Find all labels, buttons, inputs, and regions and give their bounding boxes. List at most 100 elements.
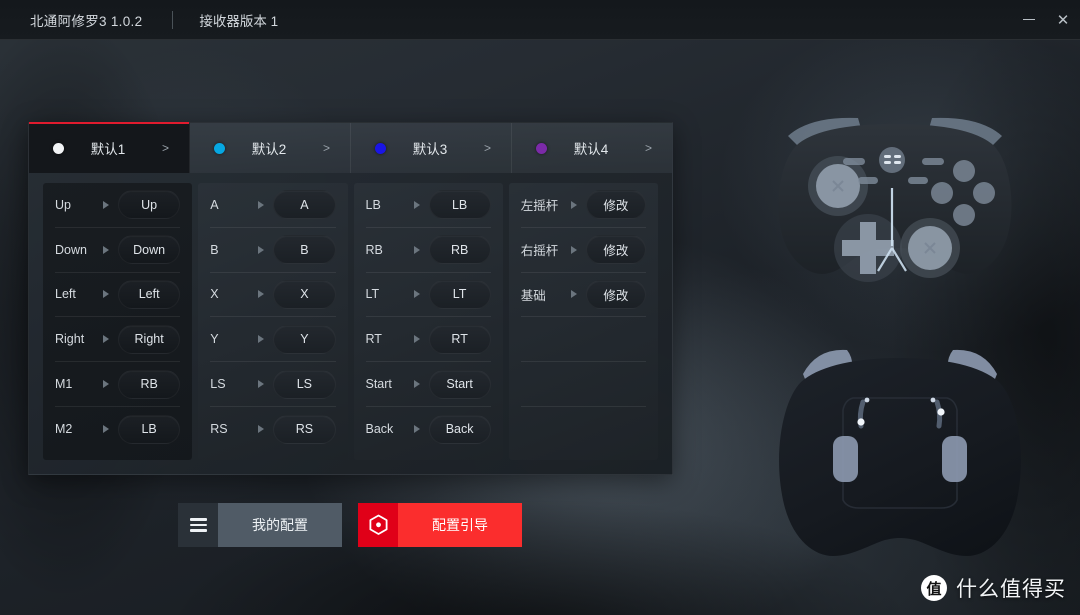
mapping-column-shoulder-and-system: LB LB RB RB LT LT RT RT Start Start Back… xyxy=(353,183,503,460)
chevron-right-icon: > xyxy=(161,141,169,155)
mapping-target-button[interactable]: RT xyxy=(428,324,491,354)
mapping-row: 左摇杆 修改 xyxy=(520,183,646,228)
mapping-target-button[interactable]: Right xyxy=(118,324,181,354)
close-button[interactable]: ✕ xyxy=(1046,0,1080,40)
mapping-row: LT LT xyxy=(365,273,491,318)
app-window: 北通阿修罗3 1.0.2 接收器版本 1 ✕ 默认1 > 默认2 > 默认3 >… xyxy=(0,0,1080,615)
tab-label: 默认3 xyxy=(412,142,448,157)
arrow-right-icon xyxy=(413,335,420,344)
hamburger-glyph xyxy=(189,515,207,535)
mapping-source-label: RB xyxy=(365,242,383,257)
tab-label: 默认4 xyxy=(573,142,609,157)
mapping-source-label: B xyxy=(210,242,219,257)
mapping-row: B B xyxy=(210,228,336,273)
mapping-row-empty xyxy=(521,407,646,452)
mapping-row: LS LS xyxy=(210,362,336,407)
mapping-source-label: RT xyxy=(365,332,382,347)
arrow-right-icon xyxy=(413,290,420,299)
arrow-right-icon xyxy=(103,290,109,299)
watermark-text: 什么值得买 xyxy=(956,578,1066,601)
chevron-right-icon: > xyxy=(483,141,491,155)
receiver-version-label: 接收器版本 1 xyxy=(199,13,279,29)
tab-profile-3[interactable]: 默认3 > xyxy=(351,123,512,173)
mapping-row: 右摇杆 修改 xyxy=(520,228,646,273)
arrow-right-icon xyxy=(103,425,109,434)
arrow-right-icon xyxy=(103,380,109,389)
mapping-row: RS RS xyxy=(210,407,336,452)
mapping-row: Up Up xyxy=(55,183,181,228)
mapping-source-label: M2 xyxy=(55,422,73,437)
mapping-target-button[interactable]: Down xyxy=(118,235,181,265)
mapping-source-label: LB xyxy=(365,197,381,212)
arrow-right-icon xyxy=(413,380,420,389)
mapping-source-label: LT xyxy=(365,287,380,302)
config-panel: 默认1 > 默认2 > 默认3 > 默认4 > Up Up Down Down … xyxy=(28,122,673,475)
mapping-target-button[interactable]: LB xyxy=(118,414,181,444)
arrow-right-icon xyxy=(103,245,109,254)
tab-label: 默认1 xyxy=(90,142,126,157)
mapping-row: Right Right xyxy=(55,317,181,363)
mapping-row: Back Back xyxy=(366,407,491,452)
arrow-right-icon xyxy=(258,290,265,299)
mapping-source-label: 右摇杆 xyxy=(520,244,559,259)
mapping-row: Y Y xyxy=(210,317,336,363)
hexagon-gear-icon xyxy=(358,503,398,547)
mapping-row: Left Left xyxy=(55,273,181,318)
mapping-target-button[interactable]: Left xyxy=(118,279,181,309)
edit-right-stick-button[interactable]: 修改 xyxy=(585,235,646,265)
mapping-target-button[interactable]: RB xyxy=(428,235,491,265)
minimize-icon xyxy=(1023,18,1035,21)
arrow-right-icon xyxy=(258,425,265,434)
controller-back-view xyxy=(755,340,1045,580)
mapping-source-label: X xyxy=(210,287,219,302)
my-config-button[interactable]: 我的配置 xyxy=(178,503,342,547)
mapping-target-button[interactable]: B xyxy=(273,235,336,265)
mapping-target-button[interactable]: Up xyxy=(118,190,181,220)
mapping-target-button[interactable]: A xyxy=(273,190,336,220)
mapping-target-button[interactable]: LT xyxy=(428,279,491,309)
close-icon: ✕ xyxy=(1056,11,1070,29)
mapping-row-empty xyxy=(520,362,646,407)
arrow-right-icon xyxy=(413,245,420,254)
controller-front-svg xyxy=(778,117,1012,282)
arrow-right-icon xyxy=(258,380,265,389)
mapping-source-label: Up xyxy=(55,197,71,212)
edit-base-button[interactable]: 修改 xyxy=(585,279,646,309)
chevron-right-icon: > xyxy=(644,141,652,155)
arrow-right-icon xyxy=(103,200,109,209)
app-title: 北通阿修罗3 1.0.2 xyxy=(30,13,143,29)
mapping-row: Down Down xyxy=(55,228,181,273)
edit-left-stick-button[interactable]: 修改 xyxy=(585,190,646,220)
arrow-right-icon xyxy=(570,290,577,299)
title-divider xyxy=(172,10,174,29)
hamburger-icon xyxy=(178,503,218,547)
arrow-right-icon xyxy=(413,200,420,209)
mapping-target-button[interactable]: RB xyxy=(118,369,181,399)
minimize-button[interactable] xyxy=(1012,0,1046,40)
mapping-target-button[interactable]: X xyxy=(273,279,336,309)
mapping-row: Start Start xyxy=(365,362,491,407)
mapping-target-button[interactable]: Back xyxy=(428,414,491,444)
mapping-target-button[interactable]: LB xyxy=(428,190,491,220)
arrow-right-icon xyxy=(258,200,265,209)
tab-label: 默认2 xyxy=(251,142,287,157)
mapping-column-dpad-and-macro: Up Up Down Down Left Left Right Right M1… xyxy=(43,183,193,460)
mapping-column-face-buttons: A A B B X X Y Y LS LS RS RS xyxy=(198,183,348,460)
mapping-source-label: LS xyxy=(210,377,226,392)
watermark-logo-icon: 值 xyxy=(921,575,947,601)
tab-profile-2[interactable]: 默认2 > xyxy=(190,123,351,173)
arrow-right-icon xyxy=(258,335,265,344)
mapping-target-button[interactable]: Start xyxy=(428,369,491,399)
mapping-source-label: Start xyxy=(365,377,392,392)
mapping-target-button[interactable]: RS xyxy=(273,414,336,444)
mapping-row: A A xyxy=(210,183,336,228)
mapping-row: M1 RB xyxy=(55,362,181,407)
config-guide-button[interactable]: 配置引导 xyxy=(358,503,522,547)
tab-profile-1[interactable]: 默认1 > xyxy=(29,122,190,173)
tab-profile-4[interactable]: 默认4 > xyxy=(512,123,672,173)
mapping-source-label: 左摇杆 xyxy=(520,199,559,214)
mapping-row: RB RB xyxy=(365,228,491,273)
mapping-target-button[interactable]: LS xyxy=(273,369,336,399)
mapping-source-label: M1 xyxy=(55,377,73,392)
mapping-target-button[interactable]: Y xyxy=(273,324,336,354)
